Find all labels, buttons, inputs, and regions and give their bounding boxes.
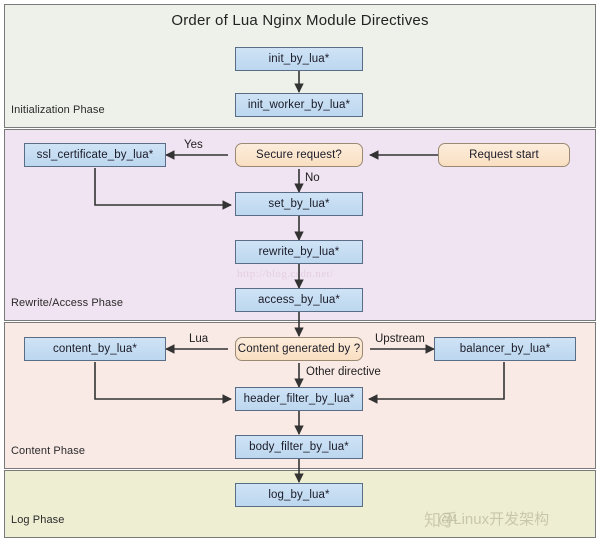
edge-label-lua: Lua [189, 333, 209, 345]
node-body-filter-by-lua[interactable]: body_filter_by_lua* [235, 435, 363, 459]
node-log-by-lua[interactable]: log_by_lua* [235, 483, 363, 507]
phase-label-content: Content Phase [11, 445, 86, 457]
node-init-worker-by-lua[interactable]: init_worker_by_lua* [235, 93, 363, 117]
zhihu-watermark: 知乎 @Linux开发架构 [424, 506, 549, 531]
csdn-watermark: http://blog.csdn.net/ [237, 268, 334, 280]
node-init-by-lua[interactable]: init_by_lua* [235, 47, 363, 71]
diagram-canvas: Order of Lua Nginx Module Directives Ini… [0, 0, 600, 542]
node-set-by-lua[interactable]: set_by_lua* [235, 192, 363, 216]
zhihu-watermark-handle: @Linux开发架构 [438, 511, 550, 528]
node-secure-request[interactable]: Secure request? [235, 143, 363, 167]
node-header-filter-by-lua[interactable]: header_filter_by_lua* [235, 387, 363, 411]
node-content-generated-by[interactable]: Content generated by ? [235, 337, 363, 361]
edge-label-other-directive: Other directive [306, 366, 381, 378]
edge-label-upstream: Upstream [375, 333, 425, 345]
node-content-by-lua[interactable]: content_by_lua* [24, 337, 166, 361]
phase-label-rewrite-access: Rewrite/Access Phase [11, 297, 124, 309]
node-balancer-by-lua[interactable]: balancer_by_lua* [434, 337, 576, 361]
phase-label-initialization: Initialization Phase [11, 104, 105, 116]
node-ssl-certificate-by-lua[interactable]: ssl_certificate_by_lua* [24, 143, 166, 167]
node-request-start[interactable]: Request start [438, 143, 570, 167]
diagram-title: Order of Lua Nginx Module Directives [171, 12, 429, 29]
phase-label-log: Log Phase [11, 514, 65, 526]
edge-label-no: No [305, 172, 320, 184]
edge-label-yes: Yes [184, 139, 203, 151]
node-rewrite-by-lua[interactable]: rewrite_by_lua* [235, 240, 363, 264]
node-access-by-lua[interactable]: access_by_lua* [235, 288, 363, 312]
